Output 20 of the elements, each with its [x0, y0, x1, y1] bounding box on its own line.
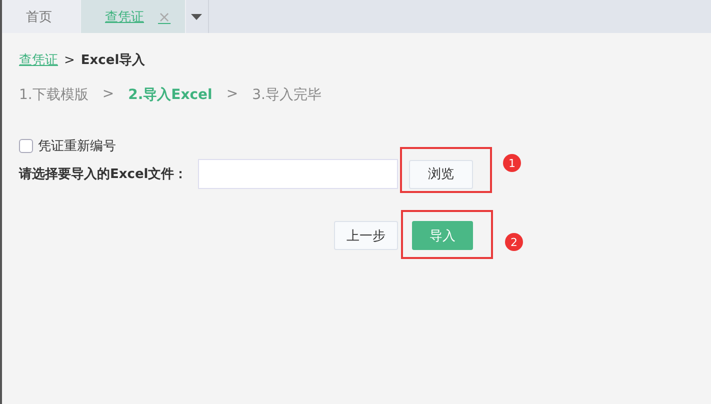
- breadcrumb-separator: >: [64, 52, 75, 68]
- checkbox-label: 凭证重新编号: [38, 138, 116, 155]
- close-icon[interactable]: ×: [158, 8, 171, 26]
- breadcrumb-link[interactable]: 查凭证: [19, 51, 58, 69]
- field-label: 请选择要导入的Excel文件：: [19, 166, 188, 183]
- breadcrumb-current: Excel导入: [80, 52, 146, 69]
- step-separator: >: [226, 86, 238, 104]
- back-button[interactable]: 上一步: [334, 221, 398, 250]
- file-path-field[interactable]: [198, 159, 398, 189]
- step-label: 2.导入Excel: [128, 86, 212, 104]
- step-separator: >: [102, 86, 114, 104]
- step-label: 3.导入完毕: [252, 86, 322, 104]
- step-number-badge: 2: [505, 233, 523, 251]
- tab[interactable]: 首页: [2, 0, 81, 33]
- browse-button[interactable]: 浏览: [409, 160, 473, 188]
- step-number-badge: 1: [503, 154, 521, 172]
- step-label: 1.下载模版: [19, 86, 88, 104]
- caret-icon: [191, 14, 202, 20]
- checkbox[interactable]: [19, 139, 33, 153]
- import-button[interactable]: 导入: [412, 221, 473, 250]
